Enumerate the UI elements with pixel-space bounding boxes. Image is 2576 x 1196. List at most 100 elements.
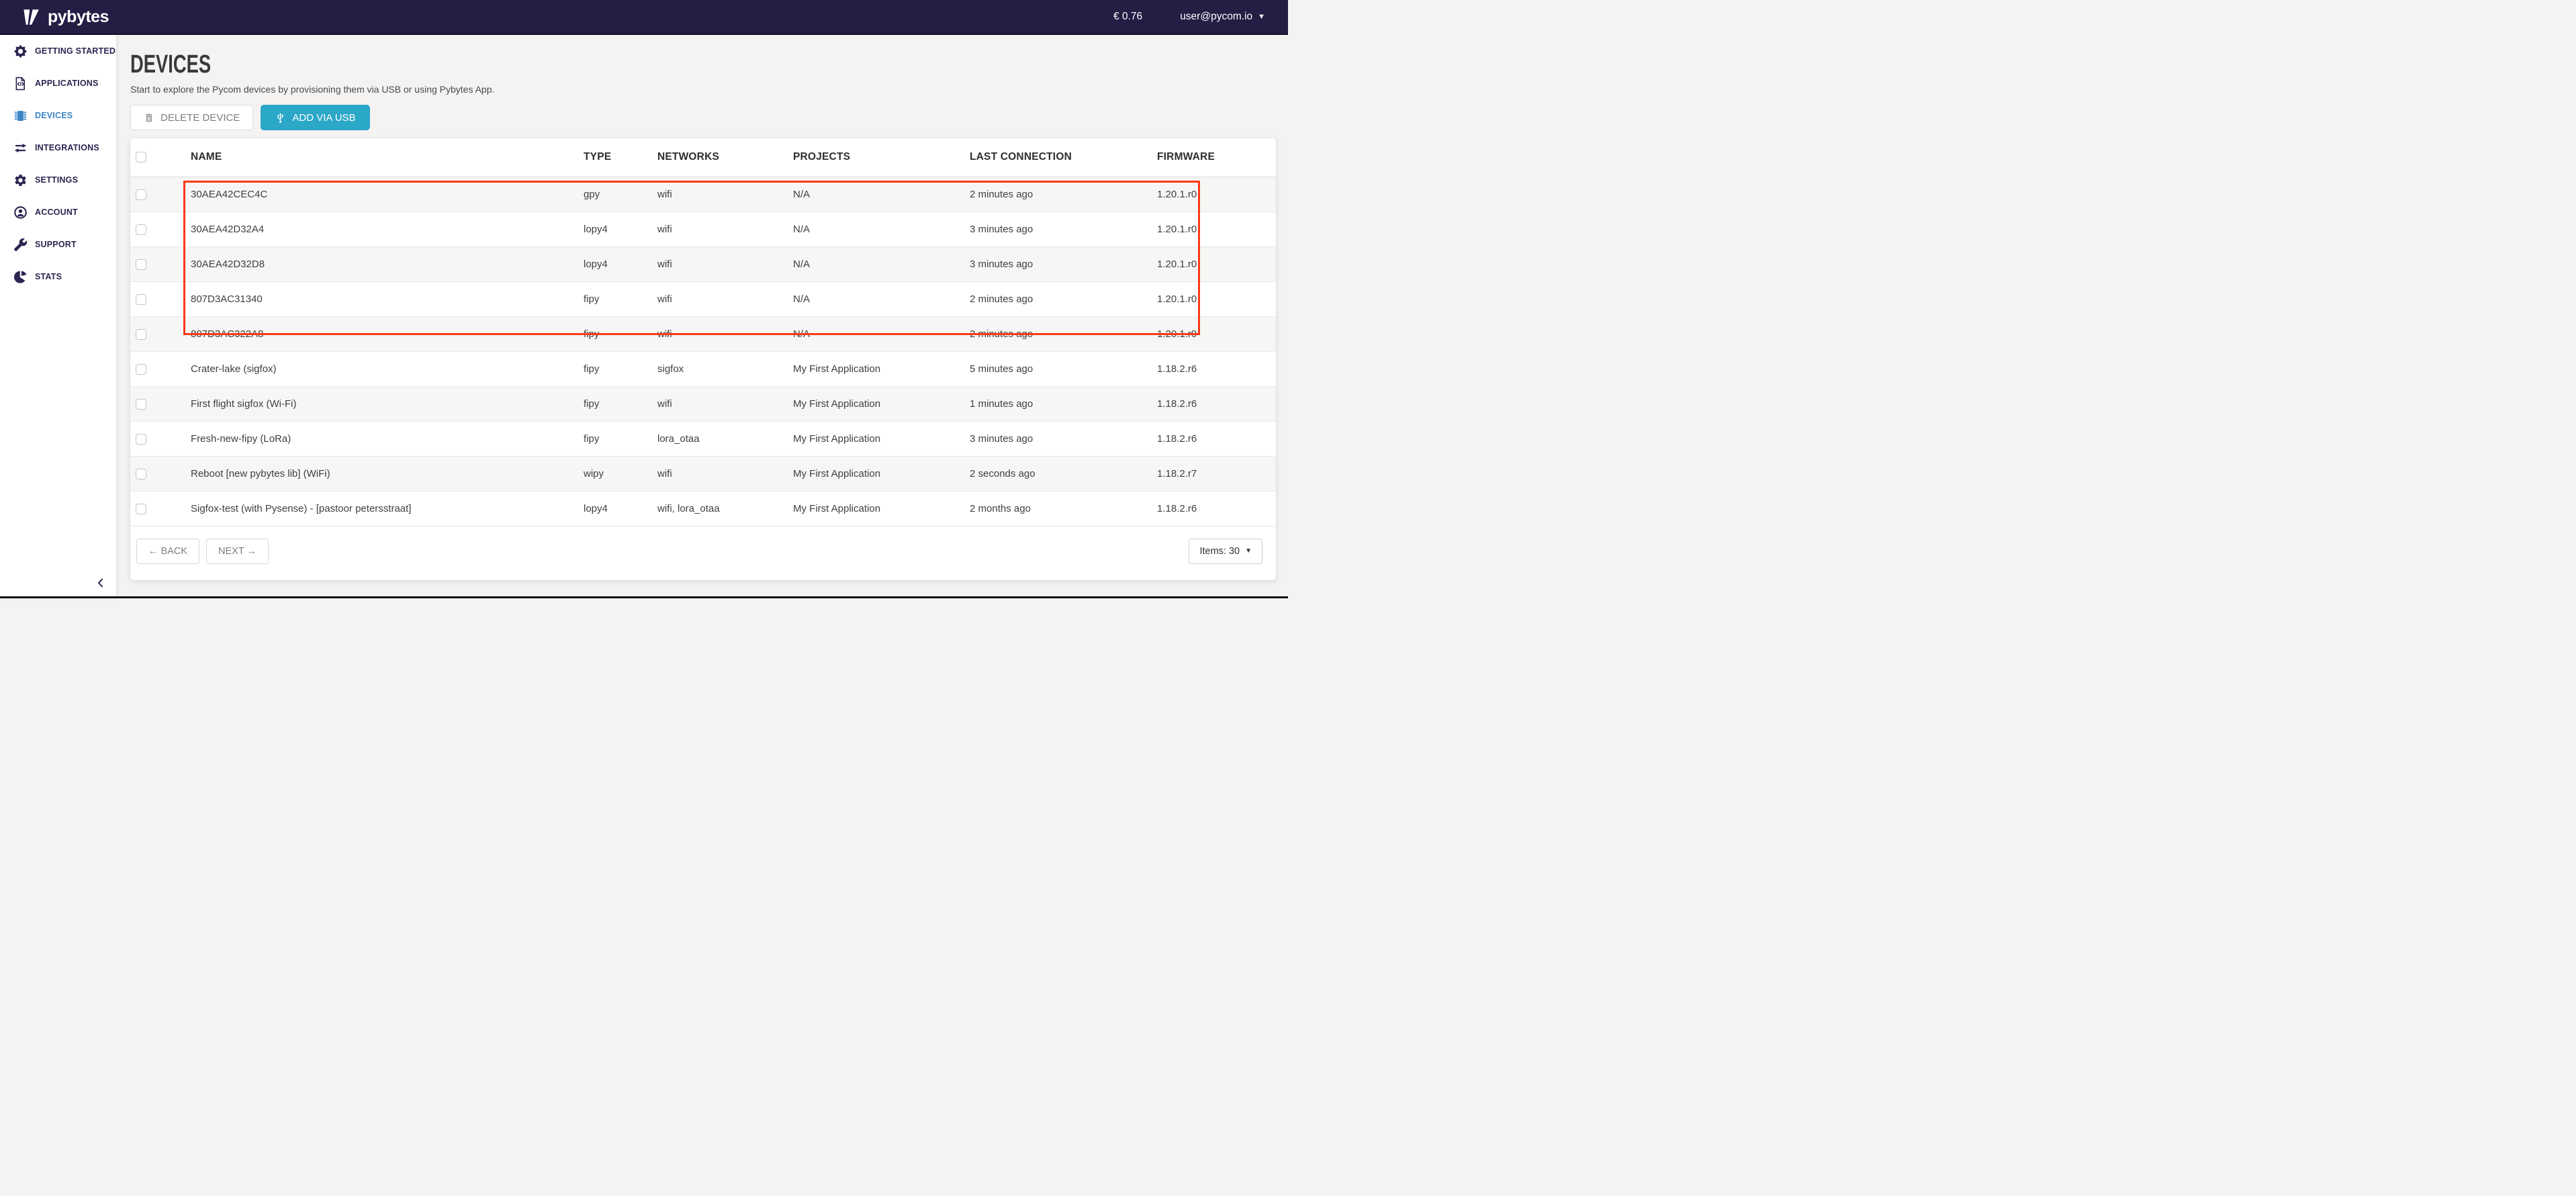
row-checkbox[interactable] bbox=[136, 504, 146, 514]
device-last-connection: 3 minutes ago bbox=[970, 212, 1157, 246]
user-menu[interactable]: user@pycom.io ▼ bbox=[1180, 11, 1265, 23]
device-type: fipy bbox=[584, 316, 657, 351]
device-name: 807D3AC31340 bbox=[191, 281, 584, 316]
device-firmware: 1.20.1.r0 bbox=[1157, 316, 1276, 351]
usb-icon bbox=[275, 111, 286, 125]
device-type: fipy bbox=[584, 281, 657, 316]
device-type: fipy bbox=[584, 421, 657, 456]
device-last-connection: 2 minutes ago bbox=[970, 316, 1157, 351]
toolbar: DELETE DEVICE ADD VIA USB bbox=[130, 105, 1276, 130]
device-last-connection: 1 minutes ago bbox=[970, 386, 1157, 421]
next-button[interactable]: NEXT → bbox=[206, 539, 269, 564]
column-header-last-connection: LAST CONNECTION bbox=[970, 138, 1157, 177]
row-checkbox[interactable] bbox=[136, 189, 146, 200]
chevron-left-icon bbox=[95, 576, 107, 590]
row-checkbox[interactable] bbox=[136, 399, 146, 410]
row-checkbox[interactable] bbox=[136, 329, 146, 340]
row-checkbox[interactable] bbox=[136, 469, 146, 479]
device-type: fipy bbox=[584, 351, 657, 386]
sidebar-item-label: SUPPORT bbox=[35, 240, 77, 249]
device-networks: lora_otaa bbox=[657, 421, 793, 456]
sidebar-item-support[interactable]: SUPPORT bbox=[0, 228, 116, 261]
brand-name: pybytes bbox=[48, 7, 109, 27]
sidebar-item-stats[interactable]: STATS bbox=[0, 261, 116, 293]
user-icon bbox=[13, 205, 28, 220]
table-row[interactable]: Sigfox-test (with Pysense) - [pastoor pe… bbox=[130, 491, 1276, 526]
table-row[interactable]: 807D3AC322A8 fipy wifi N/A 2 minutes ago… bbox=[130, 316, 1276, 351]
device-projects: My First Application bbox=[793, 421, 970, 456]
row-checkbox[interactable] bbox=[136, 224, 146, 235]
pie-chart-icon bbox=[13, 270, 28, 284]
table-row[interactable]: 30AEA42D32D8 lopy4 wifi N/A 3 minutes ag… bbox=[130, 246, 1276, 281]
back-button[interactable]: ← BACK bbox=[136, 539, 199, 564]
table-row[interactable]: 30AEA42CEC4C gpy wifi N/A 2 minutes ago … bbox=[130, 177, 1276, 212]
sidebar-item-label: APPLICATIONS bbox=[35, 79, 99, 88]
device-table-body: 30AEA42CEC4C gpy wifi N/A 2 minutes ago … bbox=[130, 177, 1276, 526]
device-networks: wifi bbox=[657, 316, 793, 351]
column-header-type: TYPE bbox=[584, 138, 657, 177]
device-name: First flight sigfox (Wi-Fi) bbox=[191, 386, 584, 421]
device-networks: wifi bbox=[657, 281, 793, 316]
brand-logo[interactable]: pybytes bbox=[23, 7, 109, 27]
main-content: DEVICES Start to explore the Pycom devic… bbox=[117, 35, 1288, 598]
device-projects: N/A bbox=[793, 212, 970, 246]
device-firmware: 1.20.1.r0 bbox=[1157, 177, 1276, 212]
table-row[interactable]: 807D3AC31340 fipy wifi N/A 2 minutes ago… bbox=[130, 281, 1276, 316]
sidebar-item-label: ACCOUNT bbox=[35, 208, 78, 217]
table-row[interactable]: First flight sigfox (Wi-Fi) fipy wifi My… bbox=[130, 386, 1276, 421]
sidebar-item-label: INTEGRATIONS bbox=[35, 143, 99, 152]
chip-icon bbox=[13, 109, 28, 123]
sidebar-item-settings[interactable]: SETTINGS bbox=[0, 164, 116, 196]
balance[interactable]: € 0.76 bbox=[1113, 11, 1142, 23]
device-type: fipy bbox=[584, 386, 657, 421]
table-row[interactable]: Reboot [new pybytes lib] (WiFi) wipy wif… bbox=[130, 456, 1276, 491]
table-row[interactable]: Crater-lake (sigfox) fipy sigfox My Firs… bbox=[130, 351, 1276, 386]
items-per-page-dropdown[interactable]: Items: 30 ▼ bbox=[1189, 539, 1262, 564]
device-last-connection: 3 minutes ago bbox=[970, 246, 1157, 281]
table-header-row: NAME TYPE NETWORKS PROJECTS LAST CONNECT… bbox=[130, 138, 1276, 177]
row-checkbox[interactable] bbox=[136, 294, 146, 305]
chevron-down-icon: ▼ bbox=[1258, 13, 1265, 21]
sidebar-collapse-button[interactable] bbox=[94, 576, 107, 590]
device-type: lopy4 bbox=[584, 246, 657, 281]
sidebar-item-integrations[interactable]: INTEGRATIONS bbox=[0, 132, 116, 164]
device-name: 30AEA42D32D8 bbox=[191, 246, 584, 281]
row-checkbox[interactable] bbox=[136, 434, 146, 445]
device-networks: sigfox bbox=[657, 351, 793, 386]
sidebar-item-getting-started[interactable]: GETTING STARTED bbox=[0, 35, 116, 67]
sidebar-item-label: SETTINGS bbox=[35, 175, 78, 185]
device-projects: My First Application bbox=[793, 491, 970, 526]
code-file-icon bbox=[13, 77, 28, 91]
badge-icon bbox=[13, 44, 28, 58]
device-type: gpy bbox=[584, 177, 657, 212]
column-header-projects: PROJECTS bbox=[793, 138, 970, 177]
device-name: 30AEA42CEC4C bbox=[191, 177, 584, 212]
sidebar-item-account[interactable]: ACCOUNT bbox=[0, 196, 116, 228]
chevron-down-icon: ▼ bbox=[1245, 548, 1252, 555]
sidebar-item-label: GETTING STARTED bbox=[35, 46, 116, 56]
device-networks: wifi bbox=[657, 212, 793, 246]
table-row[interactable]: 30AEA42D32A4 lopy4 wifi N/A 3 minutes ag… bbox=[130, 212, 1276, 246]
topbar-right: € 0.76 user@pycom.io ▼ bbox=[1113, 11, 1265, 23]
delete-device-button[interactable]: DELETE DEVICE bbox=[130, 105, 253, 130]
sidebar: GETTING STARTED APPLICATIONS DEVICES INT… bbox=[0, 35, 117, 598]
device-name: Fresh-new-fipy (LoRa) bbox=[191, 421, 584, 456]
row-checkbox[interactable] bbox=[136, 259, 146, 270]
pybytes-logo-icon bbox=[23, 9, 42, 26]
sidebar-item-devices[interactable]: DEVICES bbox=[0, 99, 116, 132]
sidebar-item-applications[interactable]: APPLICATIONS bbox=[0, 67, 116, 99]
device-firmware: 1.18.2.r6 bbox=[1157, 351, 1276, 386]
select-all-checkbox[interactable] bbox=[136, 152, 146, 163]
device-last-connection: 2 months ago bbox=[970, 491, 1157, 526]
wrench-icon bbox=[13, 238, 28, 252]
add-via-usb-button[interactable]: ADD VIA USB bbox=[261, 105, 369, 130]
table-row[interactable]: Fresh-new-fipy (LoRa) fipy lora_otaa My … bbox=[130, 421, 1276, 456]
pagination: ← BACK NEXT → Items: 30 ▼ bbox=[136, 539, 1262, 564]
column-header-name: NAME bbox=[191, 138, 584, 177]
device-last-connection: 5 minutes ago bbox=[970, 351, 1157, 386]
sidebar-item-label: STATS bbox=[35, 272, 62, 281]
row-checkbox[interactable] bbox=[136, 364, 146, 375]
device-firmware: 1.18.2.r6 bbox=[1157, 421, 1276, 456]
gear-icon bbox=[13, 173, 28, 187]
device-firmware: 1.18.2.r6 bbox=[1157, 386, 1276, 421]
